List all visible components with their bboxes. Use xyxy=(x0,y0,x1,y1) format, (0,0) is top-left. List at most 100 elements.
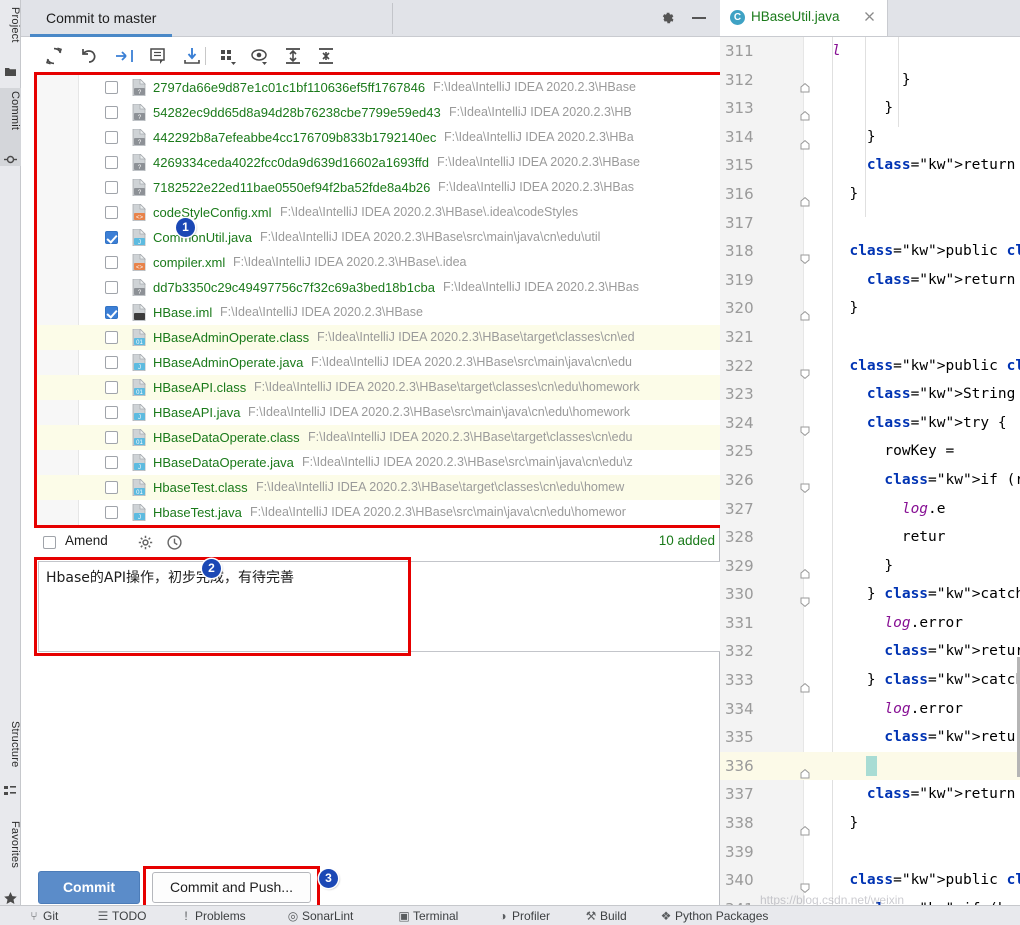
update-icon[interactable] xyxy=(181,45,203,67)
statusbar-item-todo[interactable]: ☰ TODO xyxy=(97,909,147,923)
code-line: 317 xyxy=(720,209,1020,238)
line-number: 314 xyxy=(725,127,754,146)
editor-tab-hbaseutil[interactable]: C HBaseUtil.java xyxy=(720,0,888,36)
fold-open-icon[interactable] xyxy=(800,875,810,894)
structure-icon xyxy=(4,786,16,795)
statusbar-item-python-packages[interactable]: ❖ Python Packages xyxy=(660,909,769,923)
editor-tab-label: HBaseUtil.java xyxy=(751,9,840,24)
line-number: 338 xyxy=(725,814,754,833)
preview-icon[interactable] xyxy=(249,45,271,67)
commit-and-push-highlight-frame xyxy=(143,866,320,909)
tab-commit-to-master[interactable]: Commit to master xyxy=(30,0,173,37)
code-line: 328 retur xyxy=(720,523,1020,552)
fold-close-icon[interactable] xyxy=(800,818,810,836)
amend-label: Amend xyxy=(65,533,108,548)
line-number: 313 xyxy=(725,99,754,118)
project-icon xyxy=(5,68,16,76)
annotation-badge-3: 3 xyxy=(319,869,338,888)
fold-open-icon[interactable] xyxy=(800,361,810,379)
code-text: class="kw">if (rowKe xyxy=(884,471,1020,488)
refresh-icon[interactable] xyxy=(43,45,65,67)
code-line: 338 } xyxy=(720,809,1020,838)
code-text: } xyxy=(832,100,894,117)
fold-close-icon[interactable] xyxy=(800,675,810,693)
collapse-all-icon[interactable] xyxy=(315,45,337,67)
code-line: 321 xyxy=(720,323,1020,352)
statusbar-item-profiler[interactable]: ◑ Profiler xyxy=(497,909,550,923)
show-diff-icon[interactable] xyxy=(113,45,135,67)
close-icon[interactable] xyxy=(863,10,876,23)
line-number: 316 xyxy=(725,184,754,203)
line-number: 327 xyxy=(725,499,754,518)
statusbar-item-terminal[interactable]: ▣ Terminal xyxy=(398,909,458,923)
code-text: l xyxy=(832,43,841,59)
statusbar-item-label: TODO xyxy=(112,909,147,923)
group-by-icon[interactable] xyxy=(217,45,239,67)
statusbar-item-label: Problems xyxy=(195,909,246,923)
fold-close-icon[interactable] xyxy=(800,75,810,93)
star-icon xyxy=(4,892,17,904)
fold-close-icon[interactable] xyxy=(800,132,810,150)
text-caret xyxy=(866,755,877,776)
rail-item-label: Project xyxy=(9,7,21,43)
code-text: } xyxy=(832,71,911,88)
code-text: } class="kw">catch (Ille xyxy=(832,672,1020,689)
commit-tabbar: Commit to master xyxy=(21,0,720,37)
code-line: 326 class="kw">if (rowKe xyxy=(720,466,1020,495)
fold-open-icon[interactable] xyxy=(800,246,810,265)
fold-close-icon[interactable] xyxy=(800,561,810,579)
gear-icon[interactable] xyxy=(137,534,154,551)
fold-open-icon[interactable] xyxy=(800,475,810,493)
fold-open-icon[interactable] xyxy=(800,589,810,608)
line-number: 318 xyxy=(725,242,754,261)
statusbar-item-label: Build xyxy=(600,909,627,923)
statusbar-item-git[interactable]: ⑂ Git xyxy=(28,909,58,923)
statusbar-item-sonarlint[interactable]: ◎ SonarLint xyxy=(287,909,354,923)
code-text: rowKey = xyxy=(832,443,955,460)
code-text: } class="kw">catch (NoSu xyxy=(832,586,1020,603)
commit-message-highlight-frame xyxy=(34,557,411,656)
line-number: 329 xyxy=(725,556,754,575)
line-number: 322 xyxy=(725,356,754,375)
code-line: 332 class="kw">return fa xyxy=(720,637,1020,666)
rail-item-favorites[interactable]: Favorites xyxy=(0,818,21,868)
diff-preview-icon[interactable] xyxy=(147,45,169,67)
statusbar-item-label: Python Packages xyxy=(675,909,769,923)
commit-icon xyxy=(4,155,17,164)
fold-open-icon[interactable] xyxy=(800,418,810,436)
added-count-label: 10 added xyxy=(658,533,715,548)
commit-panel: Commit to master ? 2797da66e9d87e1c01c1b… xyxy=(21,0,741,909)
fold-close-icon[interactable] xyxy=(800,103,810,121)
amend-checkbox[interactable] xyxy=(43,536,56,549)
line-number: 332 xyxy=(725,642,754,661)
commit-button[interactable]: Commit xyxy=(38,871,140,904)
clock-icon[interactable] xyxy=(166,534,183,551)
java-class-icon: C xyxy=(730,10,745,25)
code-text: log.error xyxy=(884,700,963,717)
fold-close-icon[interactable] xyxy=(800,303,810,321)
code-line: 325 rowKey = xyxy=(720,437,1020,466)
line-number: 320 xyxy=(725,299,754,318)
fold-close-icon[interactable] xyxy=(800,189,810,207)
line-number: 328 xyxy=(725,528,754,547)
rail-item-label: Favorites xyxy=(9,821,21,869)
editor-body[interactable]: 311 l 312 } 313 } 314 } 315 class="kw">return… xyxy=(720,37,1020,922)
code-text: class="kw">public class="kw">static <T> xyxy=(849,243,1020,260)
rail-item-structure[interactable]: Structure xyxy=(0,718,21,767)
editor-tabbar: C HBaseUtil.java xyxy=(720,0,1020,37)
code-line: 315 class="kw">return result xyxy=(720,151,1020,180)
gear-icon[interactable] xyxy=(658,9,676,27)
fold-close-icon[interactable] xyxy=(800,761,810,779)
statusbar-item-build[interactable]: ⚒ Build xyxy=(585,909,627,923)
rollback-icon[interactable] xyxy=(78,45,100,67)
line-number: 319 xyxy=(725,270,754,289)
file-list-highlight-frame xyxy=(34,72,740,528)
line-number: 337 xyxy=(725,785,754,804)
expand-all-icon[interactable] xyxy=(282,45,304,67)
statusbar-item-label: Git xyxy=(43,909,59,923)
rail-item-project[interactable]: Project xyxy=(0,4,21,43)
code-line: 314 } xyxy=(720,123,1020,152)
statusbar-item-problems[interactable]: ! Problems xyxy=(180,909,246,923)
rail-item-label: Structure xyxy=(9,721,21,768)
minimize-icon[interactable] xyxy=(692,17,706,19)
